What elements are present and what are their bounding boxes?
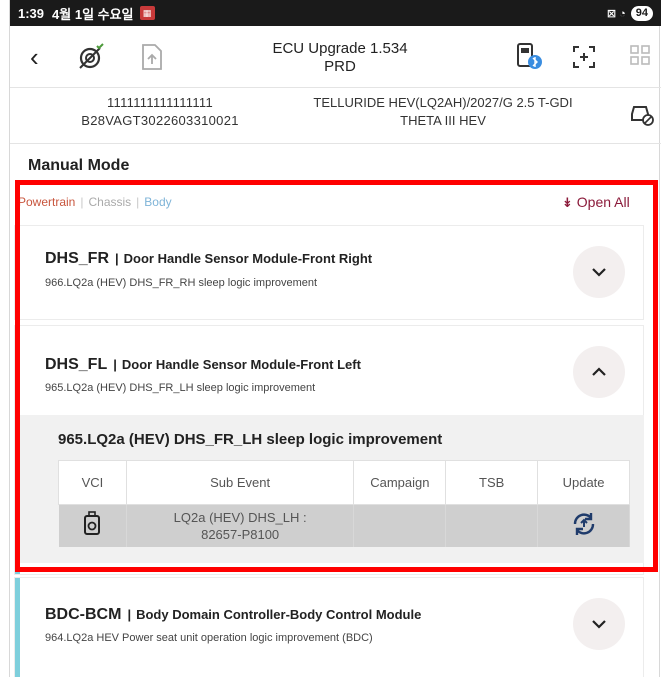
card-title: DHS_FL | Door Handle Sensor Module-Front L… — [45, 356, 361, 374]
card-subtitle: 966.LQ2a (HEV) DHS_FR_RH sleep logic imp… — [45, 277, 318, 289]
vin-line1: 1111111111111111 — [106, 95, 213, 110]
page-title: ECU Upgrade 1.534 PRD — [260, 40, 420, 76]
notification-icon: ▦ — [139, 6, 155, 20]
vehicle-status-icon[interactable] — [628, 100, 654, 126]
vci-device-icon — [84, 510, 101, 535]
screen-capture-icon[interactable] — [571, 44, 597, 70]
card-subtitle: 965.LQ2a (HEV) DHS_FR_LH sleep logic imp… — [45, 382, 316, 394]
diagnostic-settings-icon[interactable] — [76, 42, 106, 72]
col-campaign: Campaign — [353, 460, 447, 505]
section-title: Manual Mode — [28, 157, 130, 174]
collapse-button[interactable] — [573, 346, 625, 398]
status-date: 4월 1일 수요일 — [52, 6, 134, 22]
grid-menu-icon[interactable] — [629, 44, 651, 66]
back-arrow-icon[interactable]: ‹ — [30, 44, 39, 70]
file-upload-icon[interactable] — [138, 42, 166, 72]
filter-separator: | — [136, 195, 140, 209]
update-refresh-icon[interactable] — [570, 510, 598, 538]
card-code: BDC-BCM — [45, 606, 122, 623]
tsb-cell — [445, 504, 539, 547]
chevron-down-icon — [592, 620, 606, 629]
open-all-label: Open All — [576, 194, 630, 210]
page-title-line2: PRD — [324, 58, 356, 75]
vehicle-model: TELLURIDE HEV(LQ2AH)/2027/G 2.5 T-GDI TH… — [278, 94, 608, 130]
ecu-card-bdc-bcm[interactable]: BDC-BCM | Body Domain Controller-Body Cont… — [14, 577, 644, 677]
vin-line2: B28VAGT3022603310021 — [81, 113, 239, 128]
filter-chassis[interactable]: Chassis — [88, 195, 131, 209]
campaign-cell — [353, 504, 447, 547]
card-separator: | — [115, 251, 119, 266]
update-cell[interactable] — [537, 504, 630, 547]
event-details: 965.LQ2a (HEV) DHS_FR_LH sleep logic imp… — [20, 415, 644, 563]
status-time: 1:39 — [18, 5, 45, 21]
open-all-button[interactable]: ↡ Open All — [562, 194, 630, 211]
filter-powertrain[interactable]: Powertrain — [18, 195, 75, 209]
model-line1: TELLURIDE HEV(LQ2AH)/2027/G 2.5 T-GDI — [313, 95, 573, 110]
card-accent-bar — [15, 226, 20, 319]
event-table: VCI Sub Event Campaign TSB Update LQ2a (… — [58, 460, 630, 547]
model-line2: THETA III HEV — [400, 113, 486, 128]
card-code: DHS_FR — [45, 250, 110, 267]
vehicle-info: 1111111111111111 B28VAGT3022603310021 TE… — [10, 88, 661, 144]
double-chevron-down-icon: ↡ — [562, 195, 573, 210]
card-description: Body Domain Controller-Body Control Modu… — [136, 607, 422, 622]
status-indicators: ⊠ ◔ 94 — [606, 5, 653, 21]
table-header-row: VCI Sub Event Campaign TSB Update — [58, 460, 630, 505]
card-description: Door Handle Sensor Module-Front Left — [121, 357, 361, 372]
card-title: BDC-BCM | Body Domain Controller-Body Cont… — [45, 606, 421, 624]
app-header: ‹ ECU Upgrade 1.534 PRD — [10, 26, 661, 88]
filter-body[interactable]: Body — [144, 195, 171, 209]
system-filter: Powertrain | Chassis | Body — [18, 195, 172, 209]
filter-separator: | — [80, 195, 84, 209]
table-row: LQ2a (HEV) DHS_LH : 82657-P8100 — [58, 504, 630, 547]
event-title: 965.LQ2a (HEV) DHS_FR_LH sleep logic imp… — [58, 431, 443, 448]
card-subtitle: 964.LQ2a HEV Power seat unit operation l… — [45, 632, 373, 644]
signal-icon: ⊠ ◔ — [606, 7, 626, 20]
vin-info: 1111111111111111 B28VAGT3022603310021 — [60, 94, 260, 130]
col-update: Update — [537, 460, 630, 505]
expand-button[interactable] — [573, 598, 625, 650]
card-separator: | — [127, 607, 132, 622]
card-title: DHS_FR | Door Handle Sensor Module-Front R… — [45, 250, 372, 268]
battery-badge: 94 — [630, 5, 653, 21]
col-vci: VCI — [58, 460, 127, 505]
chevron-up-icon — [592, 367, 606, 376]
ecu-card-dhs-fr[interactable]: DHS_FR | Door Handle Sensor Module-Front R… — [14, 225, 644, 320]
vci-cell — [58, 504, 127, 547]
col-sub-event: Sub Event — [125, 460, 355, 505]
status-bar: 1:39 4월 1일 수요일 ▦ ⊠ ◔ 94 — [10, 0, 661, 26]
card-code: DHS_FL — [45, 356, 108, 373]
card-separator: | — [113, 357, 117, 372]
page-title-line1: ECU Upgrade 1.534 — [272, 40, 408, 57]
sub-event-cell: LQ2a (HEV) DHS_LH : 82657-P8100 — [126, 504, 355, 547]
card-description: Door Handle Sensor Module-Front Right — [123, 251, 373, 266]
col-tsb: TSB — [445, 460, 539, 505]
vci-bluetooth-icon[interactable] — [512, 40, 544, 72]
chevron-down-icon — [592, 268, 606, 277]
sub-event-line2: 82657-P8100 — [201, 526, 280, 542]
card-accent-bar — [15, 578, 20, 677]
sub-event-line1: LQ2a (HEV) DHS_LH : — [173, 509, 307, 525]
expand-button[interactable] — [573, 246, 625, 298]
